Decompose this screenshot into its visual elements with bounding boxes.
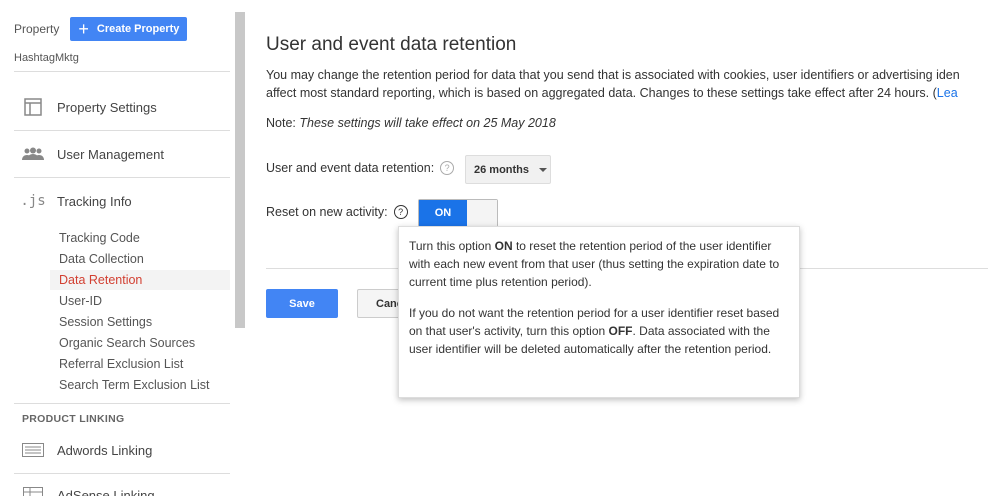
retention-value: 26 months	[474, 163, 530, 176]
nav-label: AdSense Linking	[57, 487, 155, 496]
tooltip-text: Turn this option	[409, 239, 495, 253]
sub-user-id[interactable]: User-ID	[59, 294, 102, 308]
reset-help-tooltip: Turn this option ON to reset the retenti…	[398, 226, 800, 398]
save-button[interactable]: Save	[266, 289, 338, 318]
retention-label: User and event data retention:	[266, 161, 435, 175]
sub-referral-exclusion-list[interactable]: Referral Exclusion List	[59, 357, 183, 371]
toggle-off-area	[467, 200, 497, 226]
help-icon[interactable]: ?	[393, 205, 408, 219]
window-icon	[22, 98, 44, 116]
description-line-2-text: affect most standard reporting, which is…	[266, 86, 937, 100]
sidebar-scrollbar[interactable]	[235, 12, 245, 328]
sub-search-term-exclusion-list[interactable]: Search Term Exclusion List	[59, 378, 210, 392]
toggle-on-label: ON	[419, 200, 467, 226]
nav-property-settings[interactable]: Property Settings	[22, 98, 157, 116]
tooltip-bold-on: ON	[494, 239, 513, 253]
sub-session-settings[interactable]: Session Settings	[59, 315, 152, 329]
effective-date-note: Note: These settings will take effect on…	[266, 116, 556, 130]
divider	[14, 71, 230, 72]
note-text: These settings will take effect on 25 Ma…	[299, 116, 556, 130]
nav-tracking-info[interactable]: .js Tracking Info	[20, 192, 132, 210]
js-icon: .js	[20, 193, 46, 209]
product-linking-heading: PRODUCT LINKING	[22, 413, 125, 425]
divider	[14, 403, 230, 404]
nav-label: Tracking Info	[57, 193, 132, 209]
sub-data-retention[interactable]: Data Retention	[59, 273, 142, 287]
nav-adsense-linking[interactable]: AdSense Linking	[22, 486, 155, 496]
page-title: User and event data retention	[266, 34, 517, 55]
reset-row: Reset on new activity: ?	[266, 205, 408, 219]
nav-label: Adwords Linking	[57, 442, 153, 458]
sub-tracking-code[interactable]: Tracking Code	[59, 231, 140, 245]
learn-more-link[interactable]: Lea	[937, 86, 958, 100]
reset-on-activity-toggle[interactable]: ON	[418, 199, 498, 227]
sub-organic-search-sources[interactable]: Organic Search Sources	[59, 336, 195, 350]
property-label: Property	[14, 22, 60, 36]
nav-user-management[interactable]: User Management	[22, 145, 164, 163]
list-icon	[22, 441, 44, 459]
grid-icon	[22, 486, 44, 496]
divider	[14, 177, 230, 178]
retention-row: User and event data retention: ?	[266, 161, 455, 175]
divider	[14, 473, 230, 474]
nav-label: Property Settings	[57, 99, 157, 115]
sidebar: Property + Create Property HashtagMktg P…	[0, 0, 235, 496]
create-property-button[interactable]: + Create Property	[70, 17, 188, 41]
caret-down-icon	[539, 167, 548, 172]
reset-label: Reset on new activity:	[266, 205, 388, 219]
description: You may change the retention period for …	[266, 66, 988, 102]
plus-icon: +	[78, 19, 89, 39]
tooltip-paragraph-2: If you do not want the retention period …	[409, 304, 789, 358]
nav-adwords-linking[interactable]: Adwords Linking	[22, 441, 152, 459]
sub-data-collection[interactable]: Data Collection	[59, 252, 144, 266]
people-icon	[22, 145, 44, 163]
create-property-label: Create Property	[96, 23, 180, 35]
help-icon[interactable]: ?	[440, 161, 455, 175]
retention-period-dropdown[interactable]: 26 months	[465, 155, 551, 184]
description-line-2: affect most standard reporting, which is…	[266, 84, 988, 102]
property-selector[interactable]: HashtagMktg	[14, 52, 79, 64]
nav-label: User Management	[57, 146, 164, 162]
page: Property + Create Property HashtagMktg P…	[0, 0, 988, 496]
property-row: Property + Create Property	[14, 17, 188, 41]
divider	[14, 130, 230, 131]
tooltip-paragraph-1: Turn this option ON to reset the retenti…	[409, 237, 789, 291]
note-prefix: Note:	[266, 116, 296, 130]
description-line-1: You may change the retention period for …	[266, 68, 960, 82]
tooltip-bold-off: OFF	[608, 324, 633, 338]
